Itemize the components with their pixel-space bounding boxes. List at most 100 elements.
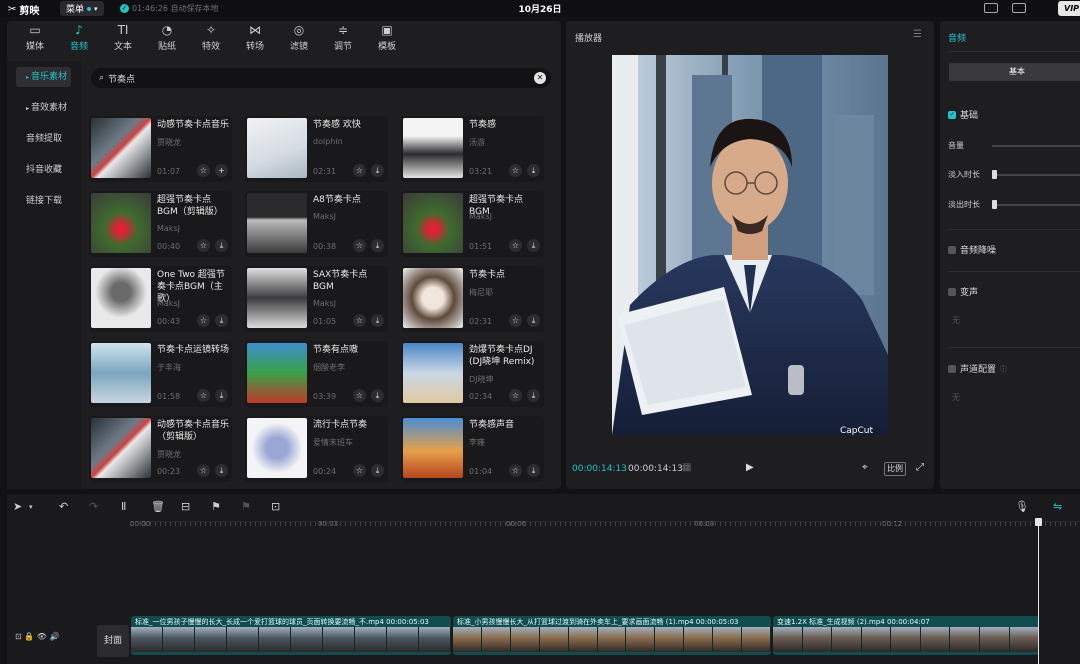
layout-icon[interactable] <box>1012 3 1026 13</box>
music-card[interactable]: 节奏感声音 李雍 01:04 ☆ ⤓ <box>401 416 544 482</box>
basic-tab-button[interactable]: 基本 <box>949 63 1080 81</box>
music-card[interactable]: 节奏卡点运镜转场 于丰海 01:58 ☆ ⤓ <box>89 341 232 407</box>
music-card[interactable]: 节奏有点嗷 烟酸老李 03:39 ☆ ⤓ <box>245 341 388 407</box>
download-icon[interactable]: ⤓ <box>215 314 228 327</box>
redo-icon[interactable]: ↷ <box>89 500 98 513</box>
music-card[interactable]: A8节奏卡点 MaksJ 00:38 ☆ ⤓ <box>245 191 388 257</box>
download-icon[interactable]: ⤓ <box>527 164 540 177</box>
album-cover[interactable] <box>403 118 463 178</box>
clear-icon[interactable]: ✕ <box>534 72 546 84</box>
fade-in-handle[interactable] <box>992 170 997 179</box>
album-cover[interactable] <box>403 193 463 253</box>
music-card[interactable]: 动感节奏卡点音乐 贾晓龙 01:07 ☆ + <box>89 116 232 182</box>
music-card[interactable]: 动感节奏卡点音乐（剪辑版） 贾晓龙 00:23 ☆ ⤓ <box>89 416 232 482</box>
video-clip[interactable]: 标准_小男孩慢慢长大_从打篮球过渡到骑在外卖车上_要求画面流畅 (1).mp4 … <box>453 616 771 655</box>
album-cover[interactable] <box>91 118 151 178</box>
image-edit-icon[interactable]: ⊡ <box>271 500 280 513</box>
fullscreen-icon[interactable]: ⤢ <box>916 462 924 473</box>
track-lock-icon[interactable]: ⊡ 🔒 👁 🔊 <box>15 632 59 641</box>
download-icon[interactable]: ⤓ <box>371 314 384 327</box>
favorite-icon[interactable]: ☆ <box>353 164 366 177</box>
download-icon[interactable]: ⤓ <box>215 389 228 402</box>
download-icon[interactable]: ⤓ <box>527 389 540 402</box>
vip-badge[interactable]: VIP <box>1058 1 1080 16</box>
channel-toggle[interactable]: 声道配置 ⓘ <box>948 362 1007 375</box>
download-icon[interactable]: ⤓ <box>215 464 228 477</box>
tab-audio[interactable]: ♪ 音频 <box>57 21 101 55</box>
split-icon[interactable]: Ⅱ <box>121 500 126 513</box>
tab-adjust[interactable]: ≑ 调节 <box>321 21 365 55</box>
basic-section-toggle[interactable]: ✓ 基础 <box>948 108 978 121</box>
chevron-down-icon[interactable]: ▾ <box>29 503 33 511</box>
favorite-icon[interactable]: ☆ <box>197 464 210 477</box>
denoise-toggle[interactable]: 音频降噪 <box>948 243 996 256</box>
favorite-icon[interactable]: ☆ <box>509 164 522 177</box>
video-clip[interactable]: 变速1.2X 标准_生成视频 (2).mp4 00:00:04:07 <box>773 616 1039 655</box>
album-cover[interactable] <box>247 268 307 328</box>
album-cover[interactable] <box>91 193 151 253</box>
album-cover[interactable] <box>247 193 307 253</box>
download-icon[interactable]: ⤓ <box>371 389 384 402</box>
add-icon[interactable]: + <box>215 164 228 177</box>
time-ruler[interactable]: 00:0000:0300:0600:0900:12 <box>130 520 1080 533</box>
channel-value[interactable]: 无 <box>952 392 960 403</box>
music-card[interactable]: SAX节奏卡点BGM MaksJ 01:05 ☆ ⤓ <box>245 266 388 332</box>
music-card[interactable]: 节奏感 欢快 dolphin 02:31 ☆ ⤓ <box>245 116 388 182</box>
props-tab-audio[interactable]: 音频 <box>948 31 966 44</box>
download-icon[interactable]: ⤓ <box>215 239 228 252</box>
download-icon[interactable]: ⤓ <box>527 464 540 477</box>
tab-filter[interactable]: ◎ 滤镜 <box>277 21 321 55</box>
favorite-icon[interactable]: ☆ <box>353 314 366 327</box>
music-card[interactable]: One Two 超强节奏卡点BGM（主歌） MaksJ 00:43 ☆ ⤓ <box>89 266 232 332</box>
favorite-icon[interactable]: ☆ <box>509 314 522 327</box>
music-card[interactable]: 流行卡点节奏 爱情末班车 00:24 ☆ ⤓ <box>245 416 388 482</box>
download-icon[interactable]: ⤓ <box>371 464 384 477</box>
tab-media[interactable]: ▭ 媒体 <box>13 21 57 55</box>
sidebar-item[interactable]: 音频提取 <box>16 129 71 149</box>
album-cover[interactable] <box>247 418 307 478</box>
sidebar-item[interactable]: 链接下载 <box>16 191 71 211</box>
grid-icon[interactable]: ▦ <box>682 462 691 473</box>
favorite-icon[interactable]: ☆ <box>509 239 522 252</box>
album-cover[interactable] <box>247 343 307 403</box>
help-icon[interactable]: ⓘ <box>1000 364 1007 374</box>
marker-icon[interactable]: ⚑ <box>211 500 221 513</box>
marker-disabled-icon[interactable]: ⚑ <box>241 500 251 513</box>
album-cover[interactable] <box>247 118 307 178</box>
freeze-icon[interactable]: ⊟ <box>181 500 190 513</box>
tab-sticker[interactable]: ◔ 贴纸 <box>145 21 189 55</box>
search-input[interactable]: ⌕ 节奏点 ✕ <box>91 68 551 88</box>
volume-slider[interactable] <box>992 145 1080 147</box>
favorite-icon[interactable]: ☆ <box>197 314 210 327</box>
menu-icon[interactable]: ☰ <box>913 29 922 40</box>
download-icon[interactable]: ⤓ <box>371 164 384 177</box>
download-icon[interactable]: ⤓ <box>371 239 384 252</box>
favorite-icon[interactable]: ☆ <box>197 389 210 402</box>
favorite-icon[interactable]: ☆ <box>353 464 366 477</box>
tab-effects[interactable]: ✧ 特效 <box>189 21 233 55</box>
album-cover[interactable] <box>403 268 463 328</box>
favorite-icon[interactable]: ☆ <box>197 239 210 252</box>
play-button[interactable]: ▶ <box>746 462 754 473</box>
delete-icon[interactable]: 🗑 <box>151 500 165 513</box>
video-clip[interactable]: 标准_一位男孩子慢慢的长大_长成一个爱打篮球的球员_页面转换要流畅_不.mp4 … <box>131 616 451 655</box>
sidebar-item[interactable]: ▸ 音效素材 <box>16 98 71 118</box>
download-icon[interactable]: ⤓ <box>527 239 540 252</box>
voice-change-toggle[interactable]: 变声 <box>948 285 978 298</box>
cover-button[interactable]: 封面 <box>97 625 129 657</box>
fade-out-slider[interactable] <box>992 204 1080 206</box>
favorite-icon[interactable]: ☆ <box>509 389 522 402</box>
link-toggle-icon[interactable]: ⇋ <box>1053 500 1062 513</box>
ratio-button[interactable]: 比例 <box>884 462 906 476</box>
album-cover[interactable] <box>91 343 151 403</box>
favorite-icon[interactable]: ☆ <box>197 164 210 177</box>
fade-in-slider[interactable] <box>992 174 1080 176</box>
microphone-icon[interactable]: 🎙 <box>1015 500 1029 513</box>
favorite-icon[interactable]: ☆ <box>509 464 522 477</box>
music-card[interactable]: 节奏卡点 梅尼耶 02:31 ☆ ⤓ <box>401 266 544 332</box>
album-cover[interactable] <box>403 418 463 478</box>
tab-transition[interactable]: ⋈ 转场 <box>233 21 277 55</box>
shortcut-icon[interactable] <box>984 3 998 13</box>
download-icon[interactable]: ⤓ <box>527 314 540 327</box>
tab-template[interactable]: ▣ 模板 <box>365 21 409 55</box>
